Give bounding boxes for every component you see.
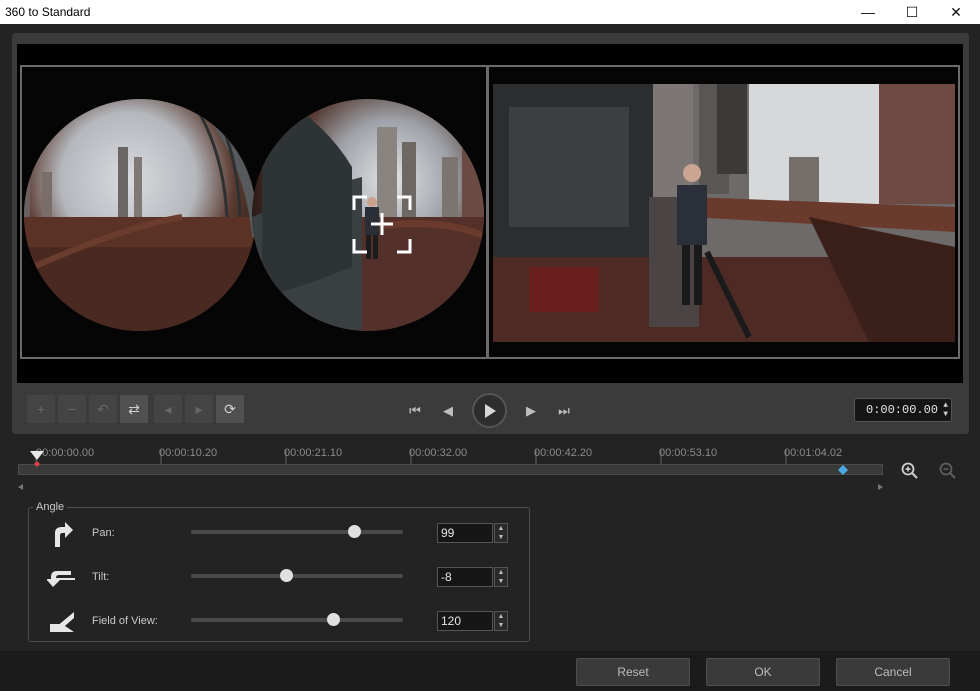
tick-label: 00:00:53.10 [659,447,718,459]
tilt-slider[interactable] [191,569,403,582]
next-keyframe-button[interactable]: ▸ [185,395,213,423]
play-icon [484,403,496,418]
angle-group-title: Angle [33,501,68,513]
tilt-icon [44,562,80,594]
footer-bar [0,651,980,691]
zoom-in-button[interactable] [899,460,921,482]
skip-to-end-icon: ⏭ [558,403,570,418]
tilt-stepper[interactable]: ▲ ▼ [494,567,508,587]
skip-to-start-icon: ⏮ [409,403,421,418]
reset-button[interactable]: Reset [576,658,690,686]
reset-keyframe-button[interactable]: ⟳ [216,395,244,423]
window-title: 360 to Standard [5,5,91,19]
end-button[interactable]: ⏭ [552,400,576,422]
field-of-view-input[interactable]: 120 [437,611,493,631]
previous-keyframe-icon: ◂ [164,400,172,417]
remove-keyframe-button[interactable]: − [58,395,86,423]
output-preview [489,67,958,357]
fisheye-preview [22,67,486,357]
spin-down-icon[interactable]: ▼ [943,410,948,419]
close-button[interactable]: ✕ [934,0,978,24]
spin-down-icon[interactable]: ▼ [498,577,505,586]
field-of-view-label: Field of View: [92,615,158,627]
timeline-scroll-arrows[interactable] [18,483,883,491]
add-keyframe-button[interactable]: + [27,395,55,423]
title-bar: 360 to Standard — ☐ ✕ [0,0,980,24]
spin-up-icon[interactable]: ▲ [498,612,505,621]
cancel-button[interactable]: Cancel [836,658,950,686]
pan-input[interactable]: 99 [437,523,493,543]
keyframe-marker[interactable] [838,465,849,475]
play-button[interactable] [472,393,507,428]
tilt-label: Tilt: [92,571,110,583]
reverse-keyframe-icon: ↶ [97,400,109,417]
pan-icon [44,518,80,550]
zoom-out-icon [939,462,956,479]
field-of-view-slider[interactable] [191,613,403,626]
maximize-button[interactable]: ☐ [890,0,934,24]
dialog-window: 360 to Standard — ☐ ✕ + − ↶ ⇄ ◂ ▸ ⟳ ⏮ ◀ … [0,0,980,691]
zoom-out-button[interactable] [937,460,959,482]
tick-label: 00:00:42.20 [534,447,593,459]
spin-up-icon[interactable]: ▲ [943,401,948,410]
timecode-field[interactable]: 0:00:00.00 ▲ ▼ [854,398,952,422]
previous-frame-button[interactable]: ◀ [436,400,460,422]
pan-label: Pan: [92,527,115,539]
zoom-in-icon [901,462,918,479]
source-360-view[interactable] [20,65,488,359]
timecode-spinner[interactable]: ▲ ▼ [943,401,948,419]
previous-keyframe-button[interactable]: ◂ [154,395,182,423]
field-of-view-stepper[interactable]: ▲ ▼ [494,611,508,631]
home-button[interactable]: ⏮ [403,400,427,422]
timeline-ruler[interactable]: 00:00:00.00 00:00:10.20 00:00:21.10 00:0… [18,444,883,464]
field-of-view-icon [44,606,80,638]
swap-button[interactable]: ⇄ [120,395,148,423]
add-keyframe-icon: + [36,401,46,417]
pan-slider[interactable] [191,525,403,538]
field-of-view-slider-handle[interactable] [327,613,341,626]
standard-output-view [488,65,960,359]
reverse-keyframe-button[interactable]: ↶ [89,395,117,423]
remove-keyframe-icon: − [67,401,77,417]
minimize-button[interactable]: — [846,0,890,24]
spin-up-icon[interactable]: ▲ [498,524,505,533]
timecode-value: 0:00:00.00 [866,403,939,417]
timeline-track[interactable] [18,451,883,475]
next-keyframe-icon: ▸ [195,400,203,417]
tick-label: 00:00:21.10 [284,447,343,459]
swap-icon: ⇄ [128,400,140,417]
tilt-input[interactable]: -8 [437,567,493,587]
tick-label: 00:00:32.00 [409,447,468,459]
next-frame-button[interactable]: ▶ [519,400,543,422]
tick-label: 00:01:04.02 [784,447,843,459]
spin-up-icon[interactable]: ▲ [498,568,505,577]
spin-down-icon[interactable]: ▼ [498,533,505,542]
reset-keyframe-icon: ⟳ [224,400,236,417]
playhead[interactable] [29,450,45,474]
spin-down-icon[interactable]: ▼ [498,621,505,630]
pan-stepper[interactable]: ▲ ▼ [494,523,508,543]
previous-frame-icon: ◀ [443,403,453,418]
tick-label: 00:00:10.20 [159,447,218,459]
next-frame-icon: ▶ [526,403,536,418]
ok-button[interactable]: OK [706,658,820,686]
